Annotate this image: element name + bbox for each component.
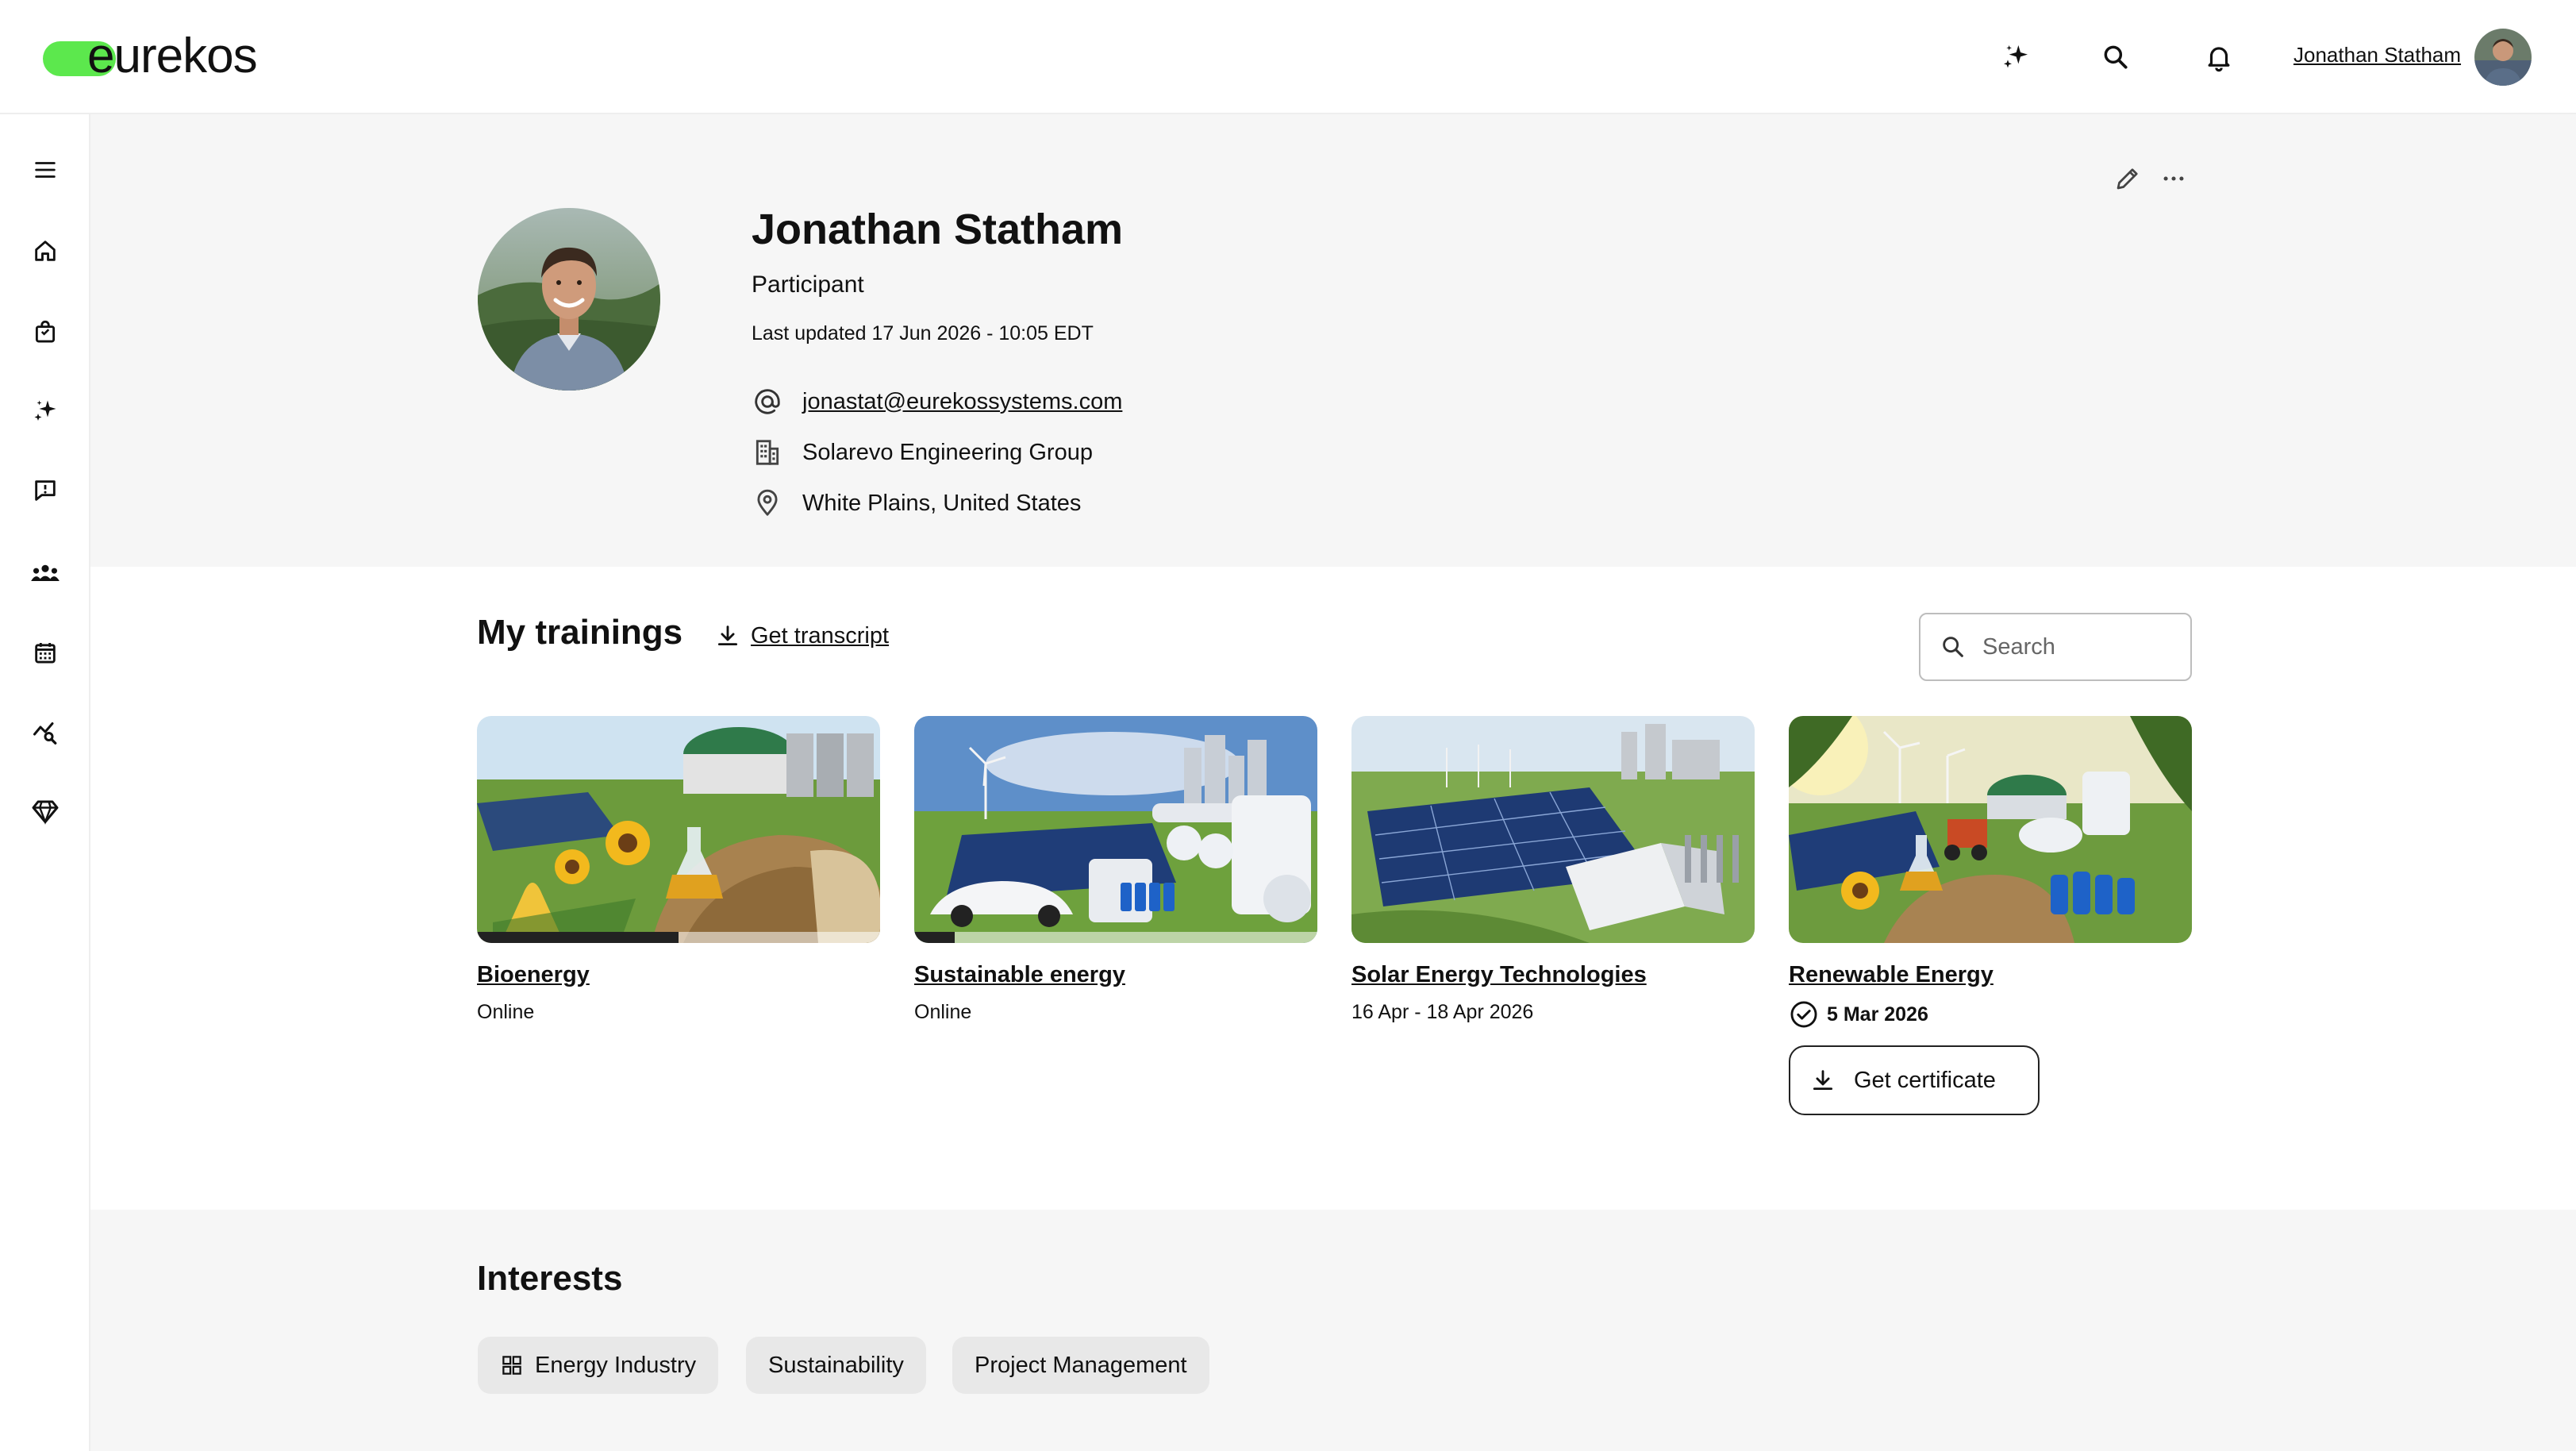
profile-last-updated: Last updated 17 Jun 2026 - 10:05 EDT (752, 322, 1094, 344)
training-title-link[interactable]: Sustainable energy (914, 962, 1125, 988)
profile-role: Participant (752, 271, 864, 298)
interest-chip-energy-industry[interactable]: Energy Industry (478, 1337, 719, 1394)
home-icon[interactable] (23, 229, 67, 273)
training-format: Online (914, 1001, 972, 1023)
interest-label: Sustainability (768, 1352, 904, 1378)
training-progress-fill (914, 932, 955, 943)
ai-sparkle-icon[interactable] (1995, 37, 2036, 78)
interests-section (90, 1210, 2576, 1451)
training-card-solar-energy-technologies[interactable]: Solar Energy Technologies 16 Apr - 18 Ap… (1351, 716, 1755, 1024)
search-icon (1943, 637, 1963, 657)
training-title-link[interactable]: Renewable Energy (1789, 962, 1994, 988)
bell-icon[interactable] (2198, 37, 2240, 78)
menu-icon[interactable] (23, 148, 67, 192)
training-image-solar-energy-technologies[interactable] (1351, 716, 1755, 943)
interest-chip-sustainability[interactable]: Sustainability (746, 1337, 926, 1394)
training-title-link[interactable]: Bioenergy (477, 962, 590, 988)
profile-avatar (478, 208, 660, 391)
location-pin-icon (752, 487, 783, 519)
training-card-renewable-energy[interactable]: Renewable Energy 5 Mar 2026 Get certific… (1789, 716, 2192, 1115)
training-card-sustainable-energy[interactable]: Sustainable energy Online (914, 716, 1317, 1024)
training-dates: 16 Apr - 18 Apr 2026 (1351, 1001, 1534, 1023)
get-certificate-label: Get certificate (1854, 1067, 1996, 1093)
top-bar (0, 0, 2576, 114)
training-completed-date: 5 Mar 2026 (1827, 1003, 1928, 1026)
building-icon (752, 437, 783, 468)
training-title-link[interactable]: Solar Energy Technologies (1351, 962, 1647, 988)
trainings-search-input[interactable] (1981, 633, 2167, 661)
training-card-bioenergy[interactable]: Bioenergy Online (477, 716, 880, 1024)
avatar[interactable] (2474, 29, 2532, 86)
feedback-icon[interactable] (23, 468, 67, 513)
interest-chip-project-management[interactable]: Project Management (952, 1337, 1209, 1394)
grid-icon (502, 1356, 521, 1375)
my-trainings-heading: My trainings (477, 613, 683, 652)
training-progress-track (914, 932, 1317, 943)
bag-icon[interactable] (23, 310, 67, 354)
check-circle-icon (1790, 1001, 1817, 1028)
profile-section (90, 114, 2576, 567)
profile-email-row: jonastat@eurekossystems.com (752, 384, 1122, 419)
edit-profile-pencil-icon[interactable] (2108, 159, 2147, 198)
get-transcript-label: Get transcript (751, 622, 890, 649)
diamond-icon[interactable] (23, 789, 67, 833)
download-icon (1813, 1070, 1833, 1091)
training-image-renewable-energy[interactable] (1789, 716, 2192, 943)
interest-label: Energy Industry (535, 1352, 697, 1378)
get-certificate-button[interactable]: Get certificate (1789, 1045, 2040, 1115)
profile-company: Solarevo Engineering Group (802, 439, 1093, 465)
training-image-sustainable-energy[interactable] (914, 716, 1317, 943)
interest-label: Project Management (975, 1352, 1187, 1378)
training-completed: 5 Mar 2026 (1789, 999, 2192, 1030)
profile-location-row: White Plains, United States (752, 486, 1081, 521)
download-icon (717, 625, 738, 646)
training-image-bioenergy[interactable] (477, 716, 880, 943)
interests-heading: Interests (477, 1259, 623, 1298)
group-icon[interactable] (23, 551, 67, 595)
training-progress-fill (477, 932, 679, 943)
user-name-link[interactable]: Jonathan Statham (2293, 43, 2461, 67)
logo-text: eurekos (87, 29, 258, 83)
more-options-icon[interactable] (2154, 159, 2193, 198)
logo[interactable]: eurekos (43, 29, 258, 84)
sparkle-icon[interactable] (23, 389, 67, 433)
profile-name: Jonathan Statham (752, 206, 1124, 253)
get-transcript-link[interactable]: Get transcript (714, 622, 889, 649)
at-icon (752, 386, 783, 418)
analytics-icon[interactable] (23, 710, 67, 754)
calendar-icon[interactable] (23, 630, 67, 675)
search-icon[interactable] (2095, 37, 2136, 78)
profile-email-link[interactable]: jonastat@eurekossystems.com (802, 389, 1122, 415)
profile-location: White Plains, United States (802, 490, 1082, 516)
training-format: Online (477, 1001, 535, 1023)
training-progress-track (477, 932, 880, 943)
profile-company-row: Solarevo Engineering Group (752, 435, 1093, 470)
trainings-search[interactable] (1919, 613, 2192, 681)
